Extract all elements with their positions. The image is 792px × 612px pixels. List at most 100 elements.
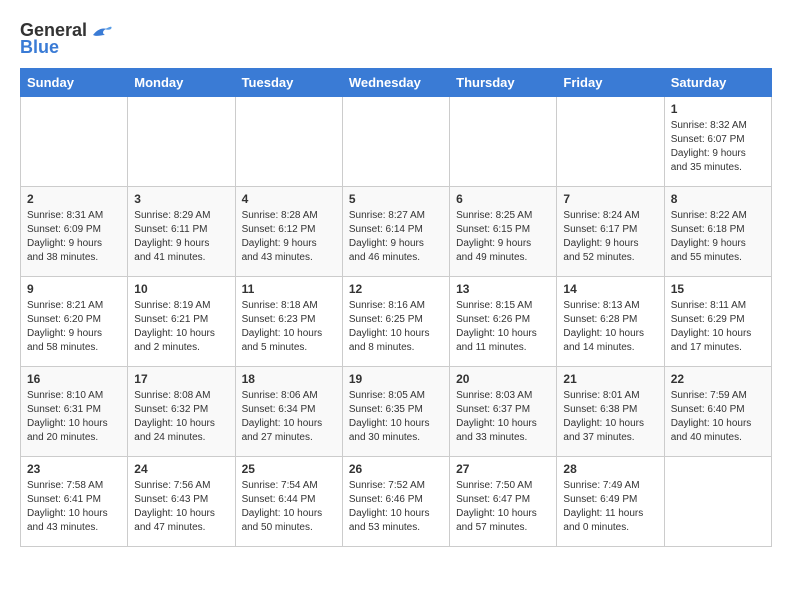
day-number: 21 [563,372,657,386]
logo-text-blue: Blue [20,37,59,58]
logo-bird-icon [91,21,113,41]
day-number: 20 [456,372,550,386]
day-info: Sunrise: 8:15 AMSunset: 6:26 PMDaylight:… [456,299,550,355]
day-number: 24 [134,462,228,476]
day-number: 14 [563,282,657,296]
weekday-header: Tuesday [235,69,342,97]
day-info: Sunrise: 8:32 AMSunset: 6:07 PMDaylight:… [671,119,765,175]
calendar-header-row: SundayMondayTuesdayWednesdayThursdayFrid… [21,69,772,97]
calendar-day-cell [557,97,664,187]
calendar-table: SundayMondayTuesdayWednesdayThursdayFrid… [20,68,772,547]
day-info: Sunrise: 7:49 AMSunset: 6:49 PMDaylight:… [563,479,657,535]
calendar-day-cell: 12 Sunrise: 8:16 AMSunset: 6:25 PMDayligh… [342,277,449,367]
day-info: Sunrise: 8:16 AMSunset: 6:25 PMDaylight:… [349,299,443,355]
calendar-week-row: 9 Sunrise: 8:21 AMSunset: 6:20 PMDaylight… [21,277,772,367]
calendar-day-cell [664,457,771,547]
day-info: Sunrise: 8:22 AMSunset: 6:18 PMDaylight:… [671,209,765,265]
day-number: 1 [671,102,765,116]
day-info: Sunrise: 8:10 AMSunset: 6:31 PMDaylight:… [27,389,121,445]
day-number: 16 [27,372,121,386]
calendar-day-cell [450,97,557,187]
calendar-day-cell: 22Sunrise: 7:59 AMSunset: 6:40 PMDayligh… [664,367,771,457]
day-number: 4 [242,192,336,206]
day-info: Sunrise: 7:59 AMSunset: 6:40 PMDaylight:… [671,389,765,445]
day-info: Sunrise: 7:54 AMSunset: 6:44 PMDaylight:… [242,479,336,535]
calendar-day-cell: 7 Sunrise: 8:24 AMSunset: 6:17 PMDaylight… [557,187,664,277]
calendar-day-cell: 17 Sunrise: 8:08 AMSunset: 6:32 PMDayligh… [128,367,235,457]
calendar-week-row: 1 Sunrise: 8:32 AMSunset: 6:07 PMDaylight… [21,97,772,187]
day-number: 23 [27,462,121,476]
calendar-day-cell: 5Sunrise: 8:27 AMSunset: 6:14 PMDaylight… [342,187,449,277]
calendar-day-cell: 27 Sunrise: 7:50 AMSunset: 6:47 PMDayligh… [450,457,557,547]
calendar-day-cell: 26 Sunrise: 7:52 AMSunset: 6:46 PMDayligh… [342,457,449,547]
calendar-day-cell: 28 Sunrise: 7:49 AMSunset: 6:49 PMDayligh… [557,457,664,547]
day-info: Sunrise: 8:28 AMSunset: 6:12 PMDaylight:… [242,209,336,265]
day-number: 10 [134,282,228,296]
calendar-day-cell: 2Sunrise: 8:31 AMSunset: 6:09 PMDaylight… [21,187,128,277]
day-info: Sunrise: 8:06 AMSunset: 6:34 PMDaylight:… [242,389,336,445]
weekday-header: Monday [128,69,235,97]
day-info: Sunrise: 8:24 AMSunset: 6:17 PMDaylight:… [563,209,657,265]
day-number: 7 [563,192,657,206]
day-info: Sunrise: 8:18 AMSunset: 6:23 PMDaylight:… [242,299,336,355]
day-number: 17 [134,372,228,386]
logo: General Blue [20,20,113,58]
day-info: Sunrise: 8:25 AMSunset: 6:15 PMDaylight:… [456,209,550,265]
calendar-day-cell: 16 Sunrise: 8:10 AMSunset: 6:31 PMDayligh… [21,367,128,457]
calendar-day-cell: 8 Sunrise: 8:22 AMSunset: 6:18 PMDaylight… [664,187,771,277]
day-number: 15 [671,282,765,296]
day-info: Sunrise: 8:08 AMSunset: 6:32 PMDaylight:… [134,389,228,445]
day-number: 9 [27,282,121,296]
day-info: Sunrise: 7:58 AMSunset: 6:41 PMDaylight:… [27,479,121,535]
day-number: 13 [456,282,550,296]
day-number: 27 [456,462,550,476]
calendar-day-cell [21,97,128,187]
weekday-header: Sunday [21,69,128,97]
calendar-day-cell: 14 Sunrise: 8:13 AMSunset: 6:28 PMDayligh… [557,277,664,367]
day-info: Sunrise: 8:03 AMSunset: 6:37 PMDaylight:… [456,389,550,445]
calendar-day-cell: 9 Sunrise: 8:21 AMSunset: 6:20 PMDaylight… [21,277,128,367]
weekday-header: Thursday [450,69,557,97]
calendar-week-row: 23 Sunrise: 7:58 AMSunset: 6:41 PMDayligh… [21,457,772,547]
day-number: 12 [349,282,443,296]
day-number: 2 [27,192,121,206]
day-number: 25 [242,462,336,476]
day-info: Sunrise: 8:11 AMSunset: 6:29 PMDaylight:… [671,299,765,355]
day-info: Sunrise: 8:01 AMSunset: 6:38 PMDaylight:… [563,389,657,445]
day-number: 18 [242,372,336,386]
day-info: Sunrise: 7:50 AMSunset: 6:47 PMDaylight:… [456,479,550,535]
day-info: Sunrise: 8:05 AMSunset: 6:35 PMDaylight:… [349,389,443,445]
calendar-day-cell: 23 Sunrise: 7:58 AMSunset: 6:41 PMDayligh… [21,457,128,547]
day-info: Sunrise: 8:27 AMSunset: 6:14 PMDaylight:… [349,209,443,265]
calendar-day-cell: 15 Sunrise: 8:11 AMSunset: 6:29 PMDayligh… [664,277,771,367]
calendar-day-cell: 24 Sunrise: 7:56 AMSunset: 6:43 PMDayligh… [128,457,235,547]
calendar-day-cell: 18 Sunrise: 8:06 AMSunset: 6:34 PMDayligh… [235,367,342,457]
calendar-week-row: 2Sunrise: 8:31 AMSunset: 6:09 PMDaylight… [21,187,772,277]
calendar-day-cell [128,97,235,187]
calendar-day-cell [342,97,449,187]
page-header: General Blue [20,20,772,58]
day-info: Sunrise: 8:13 AMSunset: 6:28 PMDaylight:… [563,299,657,355]
calendar-day-cell: 20 Sunrise: 8:03 AMSunset: 6:37 PMDayligh… [450,367,557,457]
day-info: Sunrise: 8:21 AMSunset: 6:20 PMDaylight:… [27,299,121,355]
day-number: 28 [563,462,657,476]
weekday-header: Friday [557,69,664,97]
day-info: Sunrise: 8:19 AMSunset: 6:21 PMDaylight:… [134,299,228,355]
weekday-header: Saturday [664,69,771,97]
calendar-day-cell: 3Sunrise: 8:29 AMSunset: 6:11 PMDaylight… [128,187,235,277]
day-info: Sunrise: 7:56 AMSunset: 6:43 PMDaylight:… [134,479,228,535]
calendar-day-cell: 25 Sunrise: 7:54 AMSunset: 6:44 PMDayligh… [235,457,342,547]
calendar-day-cell: 13 Sunrise: 8:15 AMSunset: 6:26 PMDayligh… [450,277,557,367]
calendar-week-row: 16 Sunrise: 8:10 AMSunset: 6:31 PMDayligh… [21,367,772,457]
day-number: 26 [349,462,443,476]
day-number: 8 [671,192,765,206]
day-number: 6 [456,192,550,206]
calendar-day-cell: 4 Sunrise: 8:28 AMSunset: 6:12 PMDaylight… [235,187,342,277]
day-number: 19 [349,372,443,386]
day-number: 3 [134,192,228,206]
calendar-day-cell: 1 Sunrise: 8:32 AMSunset: 6:07 PMDaylight… [664,97,771,187]
calendar-day-cell: 19 Sunrise: 8:05 AMSunset: 6:35 PMDayligh… [342,367,449,457]
day-info: Sunrise: 7:52 AMSunset: 6:46 PMDaylight:… [349,479,443,535]
weekday-header: Wednesday [342,69,449,97]
calendar-day-cell: 10 Sunrise: 8:19 AMSunset: 6:21 PMDayligh… [128,277,235,367]
